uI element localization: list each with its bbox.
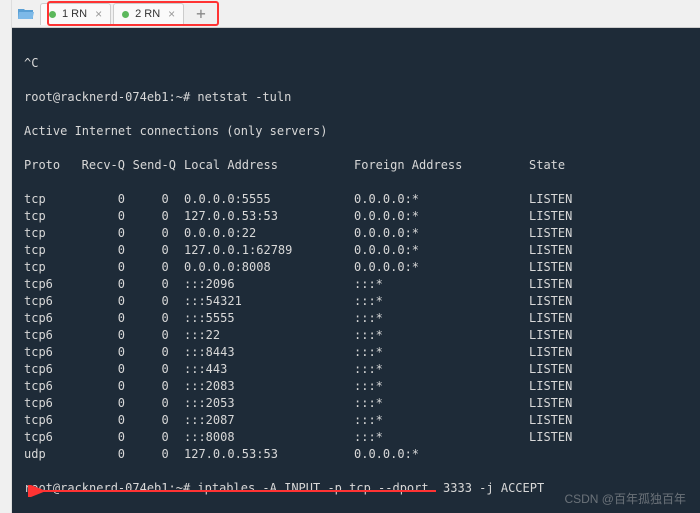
netstat-row: tcp600 :::8443:::*LISTEN [24, 344, 688, 361]
tab-1[interactable]: 1 RN × [40, 3, 111, 25]
close-icon[interactable]: × [166, 7, 177, 21]
tab-bar: 1 RN × 2 RN × + [12, 0, 700, 28]
folder-icon[interactable] [12, 2, 40, 26]
status-dot-icon [49, 11, 56, 18]
status-dot-icon [122, 11, 129, 18]
watermark: CSDN @百年孤独百年 [564, 490, 686, 507]
netstat-row: tcp600 :::22:::*LISTEN [24, 327, 688, 344]
netstat-row: udp00 127.0.0.53:530.0.0.0:* [24, 446, 688, 463]
netstat-row: tcp00 127.0.0.53:530.0.0.0:*LISTEN [24, 208, 688, 225]
netstat-row: tcp600 :::2083:::*LISTEN [24, 378, 688, 395]
tab-label: 2 RN [135, 8, 160, 20]
tab-2[interactable]: 2 RN × [113, 3, 184, 25]
netstat-row: tcp00 127.0.0.1:627890.0.0.0:*LISTEN [24, 242, 688, 259]
netstat-row: tcp00 0.0.0.0:220.0.0.0:*LISTEN [24, 225, 688, 242]
terminal[interactable]: ^C root@racknerd-074eb1:~# netstat -tuln… [12, 28, 700, 513]
netstat-row: tcp600 :::5555:::*LISTEN [24, 310, 688, 327]
add-tab-button[interactable]: + [190, 4, 212, 23]
netstat-row: tcp600 :::8008:::*LISTEN [24, 429, 688, 446]
netstat-row: tcp600 :::2087:::*LISTEN [24, 412, 688, 429]
title-line: Active Internet connections (only server… [24, 123, 688, 140]
prompt-line-1: root@racknerd-074eb1:~# netstat -tuln [24, 89, 688, 106]
netstat-header: ProtoRecv-QSend-QLocal AddressForeign Ad… [24, 157, 688, 174]
tab-label: 1 RN [62, 8, 87, 20]
netstat-row: tcp600 :::54321:::*LISTEN [24, 293, 688, 310]
netstat-row: tcp00 0.0.0.0:55550.0.0.0:*LISTEN [24, 191, 688, 208]
netstat-row: tcp00 0.0.0.0:80080.0.0.0:*LISTEN [24, 259, 688, 276]
netstat-row: tcp600 :::2096:::*LISTEN [24, 276, 688, 293]
netstat-row: tcp600 :::443:::*LISTEN [24, 361, 688, 378]
interrupt-line: ^C [24, 55, 688, 72]
netstat-row: tcp600 :::2053:::*LISTEN [24, 395, 688, 412]
close-icon[interactable]: × [93, 7, 104, 21]
left-sidebar [0, 0, 12, 513]
